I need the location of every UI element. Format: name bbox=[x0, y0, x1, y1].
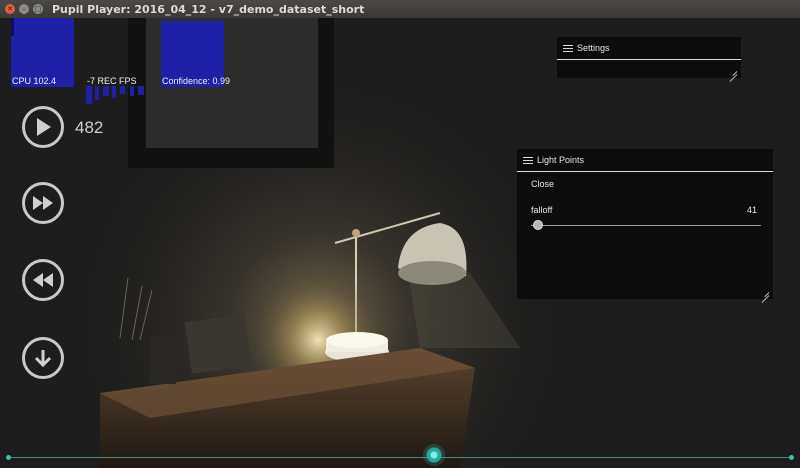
fast-forward-icon bbox=[33, 196, 53, 210]
falloff-value: 41 bbox=[747, 205, 758, 215]
window-title-bar: ✕ – □ Pupil Player: 2016_04_12 - v7_demo… bbox=[0, 0, 800, 19]
export-button[interactable] bbox=[22, 337, 64, 379]
settings-menu: Settings bbox=[557, 37, 741, 82]
download-icon bbox=[34, 350, 52, 368]
resize-handle-icon[interactable] bbox=[760, 287, 770, 303]
light-points-close-button[interactable]: Close bbox=[531, 179, 554, 189]
play-button[interactable] bbox=[22, 106, 64, 148]
performance-graphs bbox=[11, 18, 224, 104]
window-title: Pupil Player: 2016_04_12 - v7_demo_datas… bbox=[52, 2, 365, 16]
settings-menu-header[interactable]: Settings bbox=[557, 37, 741, 60]
cpu-label: CPU 102.4 bbox=[12, 76, 57, 86]
light-points-menu-header[interactable]: Light Points bbox=[517, 149, 773, 172]
minimize-window-button[interactable]: – bbox=[19, 4, 29, 14]
resize-handle-icon[interactable] bbox=[728, 66, 738, 82]
fast-forward-button[interactable] bbox=[22, 182, 64, 224]
seek-bar-start-marker bbox=[6, 455, 11, 460]
seek-handle[interactable] bbox=[423, 444, 445, 466]
fps-label: -7 REC FPS bbox=[87, 76, 137, 86]
light-points-menu-title: Light Points bbox=[537, 155, 585, 165]
rewind-icon bbox=[33, 273, 53, 287]
light-points-menu: Light Points Close falloff 41 bbox=[517, 149, 773, 303]
falloff-label: falloff bbox=[531, 205, 553, 215]
falloff-slider-thumb[interactable] bbox=[533, 220, 543, 230]
falloff-slider-track[interactable] bbox=[531, 225, 761, 226]
menu-icon[interactable] bbox=[523, 155, 533, 166]
settings-menu-title: Settings bbox=[577, 43, 610, 53]
confidence-label: Confidence: 0.99 bbox=[162, 76, 231, 86]
collapse-icon[interactable] bbox=[563, 43, 573, 54]
frame-index: 482 bbox=[75, 118, 104, 137]
play-icon bbox=[37, 118, 51, 136]
seek-bar-end-marker bbox=[789, 455, 794, 460]
maximize-window-button[interactable]: □ bbox=[33, 4, 43, 14]
rewind-button[interactable] bbox=[22, 259, 64, 301]
window-controls: ✕ – □ bbox=[5, 4, 43, 14]
seek-bar-track[interactable] bbox=[8, 457, 792, 458]
seek-bar[interactable] bbox=[0, 455, 800, 461]
fps-graph-bar bbox=[86, 86, 92, 104]
close-window-button[interactable]: ✕ bbox=[5, 4, 15, 14]
